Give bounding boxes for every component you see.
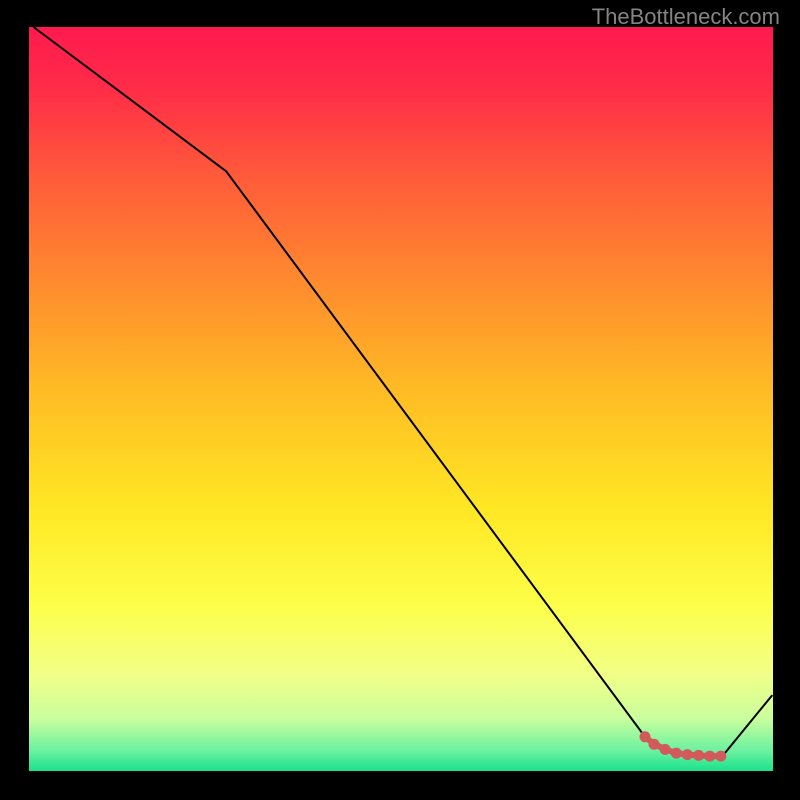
series-red-marker [649, 739, 660, 750]
series-red-marker [715, 751, 726, 762]
series-red-marker [704, 751, 715, 762]
bottleneck-chart [0, 0, 800, 800]
series-red-marker [693, 750, 704, 761]
series-red-marker [660, 744, 671, 755]
gradient-background [29, 27, 773, 771]
chart-frame: TheBottleneck.com [0, 0, 800, 800]
series-red-marker [671, 748, 682, 759]
series-red-marker [640, 731, 651, 742]
watermark-text: TheBottleneck.com [592, 4, 780, 30]
series-red-marker [682, 749, 693, 760]
